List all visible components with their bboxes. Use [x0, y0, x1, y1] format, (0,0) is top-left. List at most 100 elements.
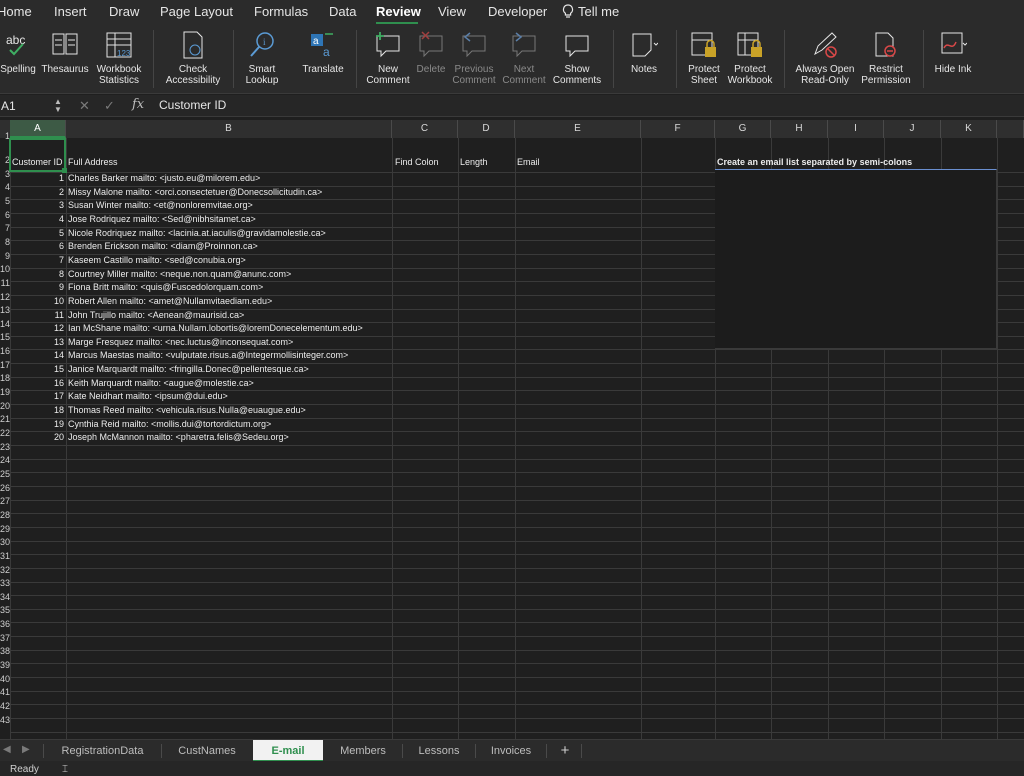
row-header[interactable]: 25 [0, 468, 10, 482]
column-header-k[interactable]: K [941, 120, 997, 138]
menu-home[interactable]: Home [0, 4, 32, 19]
row-header[interactable]: 43 [0, 714, 10, 728]
column-header-f[interactable]: F [641, 120, 715, 138]
row-header[interactable]: 18 [0, 372, 10, 386]
row-header[interactable]: 24 [0, 454, 10, 468]
scroll-tabs-right-icon[interactable]: ▶ [22, 744, 30, 755]
column-header-l[interactable] [997, 120, 1024, 138]
column-header-d[interactable]: D [458, 120, 515, 138]
email-list-text-box[interactable] [715, 169, 997, 349]
formula-input[interactable]: Customer ID [159, 98, 226, 112]
tab-lessons[interactable]: Lessons [403, 740, 475, 762]
full-address-cell[interactable]: Brenden Erickson mailto: <diam@Proinnon.… [68, 240, 258, 253]
header-length[interactable]: Length [460, 156, 488, 169]
row-header[interactable]: 11 [0, 277, 10, 291]
row-header[interactable]: 41 [0, 686, 10, 700]
tab-members[interactable]: Members [324, 740, 402, 762]
row-header[interactable]: 38 [0, 645, 10, 659]
row-header[interactable]: 31 [0, 550, 10, 564]
tab-e-mail[interactable]: E-mail [253, 740, 323, 762]
insert-function-icon[interactable]: fx [132, 97, 144, 112]
full-address-cell[interactable]: Kate Neidhart mailto: <ipsum@dui.edu> [68, 390, 228, 403]
email-list-instruction[interactable]: Create an email list separated by semi-c… [717, 156, 912, 169]
full-address-cell[interactable]: Marcus Maestas mailto: <vulputate.risus.… [68, 349, 348, 362]
column-header-a[interactable]: A [10, 120, 66, 138]
row-header[interactable]: 33 [0, 577, 10, 591]
spelling-button[interactable]: abc Spelling [0, 30, 36, 92]
workbook-statistics-button[interactable]: 123 Workbook Statistics [94, 30, 144, 92]
row-header[interactable]: 40 [0, 673, 10, 687]
tab-invoices[interactable]: Invoices [476, 740, 546, 762]
row-header[interactable]: 34 [0, 591, 10, 605]
new-comment-button[interactable]: New Comment [366, 30, 410, 92]
full-address-cell[interactable]: Marge Fresquez mailto: <nec.luctus@incon… [68, 336, 293, 349]
scroll-tabs-left-icon[interactable]: ◀ [3, 744, 11, 755]
row-header[interactable]: 21 [0, 413, 10, 427]
customer-id-cell[interactable]: 14 [10, 349, 64, 362]
protect-workbook-button[interactable]: Protect Workbook [726, 30, 774, 92]
row-header[interactable]: 15 [0, 331, 10, 345]
customer-id-cell[interactable]: 15 [10, 363, 64, 376]
menu-view[interactable]: View [438, 4, 466, 19]
customer-id-cell[interactable]: 19 [10, 418, 64, 431]
header-email[interactable]: Email [517, 156, 540, 169]
row-header[interactable]: 36 [0, 618, 10, 632]
customer-id-cell[interactable]: 11 [10, 309, 64, 322]
accessibility-status-icon[interactable]: ⌶ [62, 764, 68, 775]
cancel-icon[interactable]: ✕ [79, 98, 90, 114]
row-header[interactable]: 10 [0, 263, 10, 277]
full-address-cell[interactable]: Keith Marquardt mailto: <augue@molestie.… [68, 377, 254, 390]
restrict-permission-button[interactable]: Restrict Permission [858, 30, 914, 92]
row-header[interactable]: 19 [0, 386, 10, 400]
translate-button[interactable]: aa Translate [298, 30, 348, 92]
confirm-icon[interactable]: ✓ [104, 98, 115, 114]
row-header[interactable]: 17 [0, 359, 10, 373]
menu-data[interactable]: Data [329, 4, 356, 19]
row-header[interactable]: 7 [0, 222, 10, 236]
hide-ink-button[interactable]: Hide Ink [930, 30, 976, 92]
row-header[interactable]: 28 [0, 509, 10, 523]
full-address-cell[interactable]: Kaseem Castillo mailto: <sed@conubia.org… [68, 254, 246, 267]
menu-draw[interactable]: Draw [109, 4, 139, 19]
full-address-cell[interactable]: Cynthia Reid mailto: <mollis.dui@tortord… [68, 418, 271, 431]
customer-id-cell[interactable]: 3 [10, 199, 64, 212]
full-address-cell[interactable]: Susan Winter mailto: <et@nonloremvitae.o… [68, 199, 253, 212]
row-header[interactable]: 23 [0, 441, 10, 455]
row-header[interactable]: 14 [0, 318, 10, 332]
full-address-cell[interactable]: Charles Barker mailto: <justo.eu@milorem… [68, 172, 260, 185]
column-header-g[interactable]: G [715, 120, 771, 138]
thesaurus-button[interactable]: Thesaurus [40, 30, 90, 92]
fill-handle[interactable] [62, 168, 67, 173]
row-header[interactable]: 42 [0, 700, 10, 714]
customer-id-cell[interactable]: 1 [10, 172, 64, 185]
row-header[interactable]: 4 [0, 181, 10, 195]
customer-id-cell[interactable]: 20 [10, 431, 64, 444]
column-header-e[interactable]: E [515, 120, 641, 138]
notes-button[interactable]: Notes [624, 30, 664, 92]
customer-id-cell[interactable]: 18 [10, 404, 64, 417]
column-header-j[interactable]: J [884, 120, 941, 138]
customer-id-cell[interactable]: 12 [10, 322, 64, 335]
customer-id-cell[interactable]: 6 [10, 240, 64, 253]
menu-review[interactable]: Review [376, 4, 421, 19]
menu-page-layout[interactable]: Page Layout [160, 4, 233, 19]
tab-custnames[interactable]: CustNames [162, 740, 252, 762]
full-address-cell[interactable]: Robert Allen mailto: <amet@Nullamvitaedi… [68, 295, 272, 308]
full-address-cell[interactable]: John Trujillo mailto: <Aenean@maurisid.c… [68, 309, 244, 322]
menu-developer[interactable]: Developer [488, 4, 547, 19]
customer-id-cell[interactable]: 5 [10, 227, 64, 240]
customer-id-cell[interactable]: 2 [10, 186, 64, 199]
full-address-cell[interactable]: Janice Marquardt mailto: <fringilla.Done… [68, 363, 309, 376]
menu-tell-me[interactable]: Tell me [578, 4, 619, 19]
row-header[interactable]: 22 [0, 427, 10, 441]
full-address-cell[interactable]: Jose Rodriquez mailto: <Sed@nibhsitamet.… [68, 213, 256, 226]
smart-lookup-button[interactable]: i Smart Lookup [242, 30, 282, 92]
row-header[interactable]: 20 [0, 400, 10, 414]
row-header[interactable]: 32 [0, 564, 10, 578]
column-header-b[interactable]: B [66, 120, 392, 138]
header-full-address[interactable]: Full Address [68, 156, 118, 169]
row-header[interactable]: 29 [0, 523, 10, 537]
full-address-cell[interactable]: Courtney Miller mailto: <neque.non.quam@… [68, 268, 291, 281]
name-box-stepper-icon[interactable]: ▲ ▼ [54, 98, 62, 114]
always-open-read-only-button[interactable]: Always Open Read-Only [794, 30, 856, 92]
